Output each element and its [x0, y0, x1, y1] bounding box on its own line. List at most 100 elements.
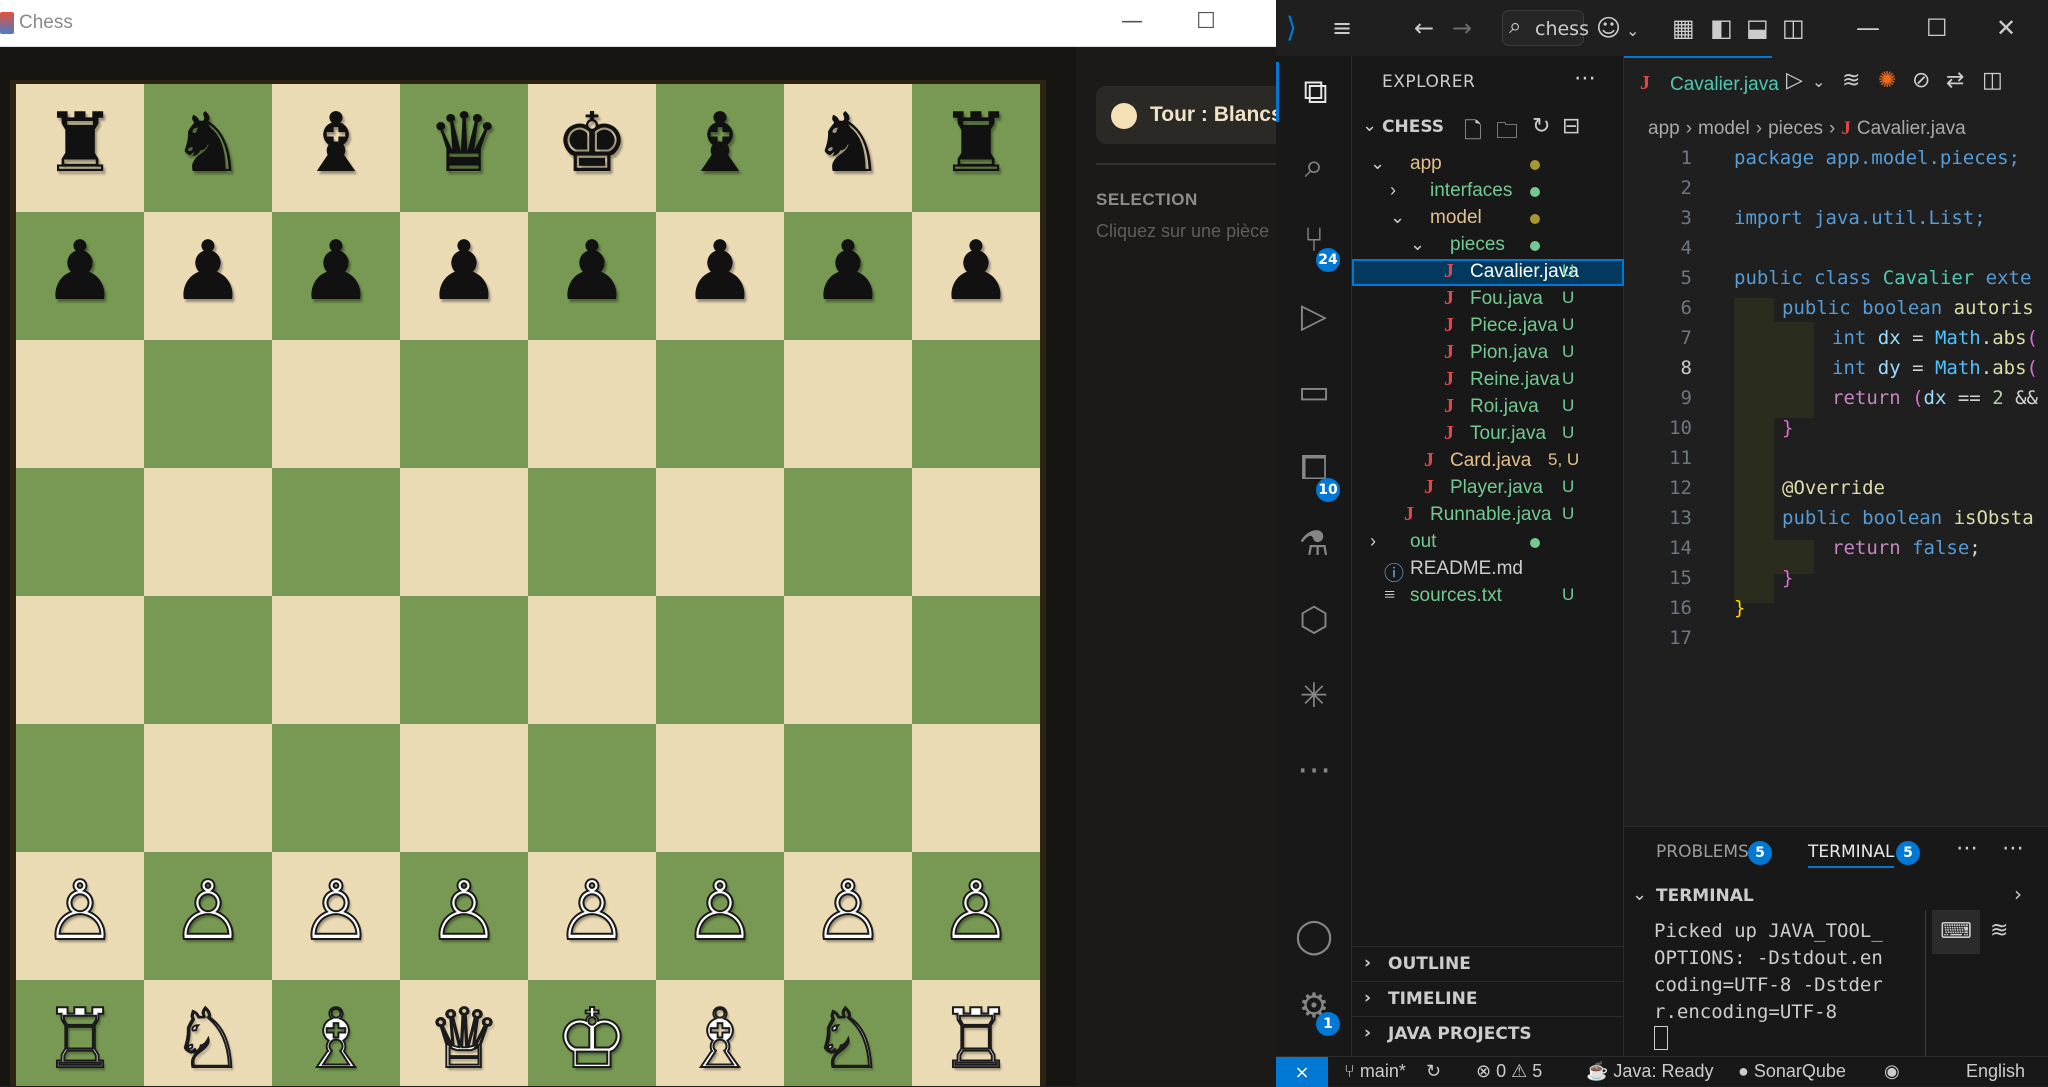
window-minimize-icon[interactable]: —: [1856, 13, 1880, 43]
branch-status[interactable]: ⑂ main*: [1344, 1061, 1406, 1082]
black-pawn-piece[interactable]: ♟: [683, 231, 757, 313]
tab-terminal[interactable]: TERMINAL: [1808, 842, 1895, 868]
board-square[interactable]: [144, 596, 272, 724]
tree-folder[interactable]: ⌄ app: [1352, 151, 1624, 178]
board-square[interactable]: ♟: [528, 212, 656, 340]
more-views-icon[interactable]: ⋯: [1276, 740, 1352, 800]
tree-file[interactable]: ≡ sources.txt U: [1352, 583, 1624, 610]
board-square[interactable]: [400, 596, 528, 724]
terminal-output[interactable]: Picked up JAVA_TOOL_ OPTIONS: -Dstdout.e…: [1654, 918, 1894, 1026]
board-square[interactable]: [528, 724, 656, 852]
black-knight-piece[interactable]: ♞: [811, 103, 885, 185]
board-square[interactable]: [400, 340, 528, 468]
board-square[interactable]: [528, 340, 656, 468]
chevron-down-icon[interactable]: ⌄: [1362, 115, 1377, 136]
board-square[interactable]: [656, 596, 784, 724]
minimize-button[interactable]: —: [1112, 8, 1152, 38]
board-square[interactable]: [16, 724, 144, 852]
board-square[interactable]: [272, 340, 400, 468]
board-square[interactable]: [656, 340, 784, 468]
board-square[interactable]: [16, 468, 144, 596]
run-debug-icon[interactable]: ▷: [1276, 286, 1352, 346]
containers-icon[interactable]: ⬡: [1276, 590, 1352, 650]
manage-gear-icon[interactable]: ⚙: [1276, 976, 1352, 1036]
board-square[interactable]: [656, 724, 784, 852]
black-pawn-piece[interactable]: ♟: [555, 231, 629, 313]
hide-icon[interactable]: ⊘: [1912, 68, 1930, 93]
board-square[interactable]: ♟: [656, 212, 784, 340]
board-square[interactable]: [912, 340, 1040, 468]
board-square[interactable]: [912, 468, 1040, 596]
board-square[interactable]: [528, 596, 656, 724]
board-square[interactable]: [784, 468, 912, 596]
outline-section[interactable]: › OUTLINE: [1352, 946, 1624, 980]
board-square[interactable]: [912, 724, 1040, 852]
board-square[interactable]: ♗: [272, 980, 400, 1086]
terminal-shell-icon[interactable]: ⌨: [1932, 910, 1980, 954]
remote-indicator-icon[interactable]: ⨯: [1276, 1057, 1328, 1087]
wave-icon[interactable]: ≋: [1842, 68, 1860, 93]
terminal-section-header[interactable]: TERMINAL: [1656, 886, 1754, 906]
java-projects-section[interactable]: › JAVA PROJECTS: [1352, 1016, 1624, 1050]
board-square[interactable]: ♖: [16, 980, 144, 1086]
board-square[interactable]: [784, 596, 912, 724]
command-center-search[interactable]: ⌕ chess: [1502, 10, 1589, 46]
board-square[interactable]: [144, 468, 272, 596]
remote-explorer-icon[interactable]: ▭: [1276, 362, 1352, 422]
board-square[interactable]: [272, 468, 400, 596]
board-square[interactable]: ♜: [912, 84, 1040, 212]
chevron-right-icon[interactable]: ›: [2014, 882, 2022, 906]
breadcrumb-file[interactable]: Cavalier.java: [1857, 118, 1966, 139]
board-square[interactable]: ♙: [784, 852, 912, 980]
white-pawn-piece[interactable]: ♙: [170, 870, 246, 954]
breadcrumb-pieces[interactable]: pieces: [1768, 118, 1823, 139]
collapse-all-icon[interactable]: ⊟: [1562, 114, 1580, 139]
testing-icon[interactable]: ⚗: [1276, 514, 1352, 574]
menu-icon[interactable]: ≡: [1332, 13, 1352, 43]
breadcrumb-model[interactable]: model: [1698, 118, 1750, 139]
tree-file[interactable]: J Tour.java U: [1352, 421, 1624, 448]
chevron-down-icon[interactable]: ⌄: [1632, 884, 1647, 905]
board-square[interactable]: ♕: [400, 980, 528, 1086]
terminal-wave-icon[interactable]: ≋: [1990, 918, 2008, 943]
black-rook-piece[interactable]: ♜: [939, 103, 1013, 185]
board-square[interactable]: [784, 340, 912, 468]
white-bishop-piece[interactable]: ♗: [298, 998, 374, 1082]
white-pawn-piece[interactable]: ♙: [298, 870, 374, 954]
forward-arrow-icon[interactable]: →: [1452, 13, 1472, 43]
tab-problems[interactable]: PROBLEMS: [1656, 842, 1749, 862]
explorer-icon[interactable]: ⧉: [1276, 62, 1352, 122]
board-square[interactable]: ♝: [656, 84, 784, 212]
split-editor-icon[interactable]: ◫: [1982, 68, 2003, 93]
explorer-more-icon[interactable]: ⋯: [1574, 66, 1596, 91]
board-square[interactable]: ♙: [144, 852, 272, 980]
board-square[interactable]: [528, 468, 656, 596]
tree-folder[interactable]: ⌄ pieces: [1352, 232, 1624, 259]
board-square[interactable]: [272, 596, 400, 724]
black-bishop-piece[interactable]: ♝: [299, 103, 373, 185]
white-pawn-piece[interactable]: ♙: [938, 870, 1014, 954]
black-king-piece[interactable]: ♚: [555, 103, 629, 185]
maximize-button[interactable]: ☐: [1186, 8, 1226, 38]
tree-file[interactable]: J Card.java 5, U: [1352, 448, 1624, 475]
back-arrow-icon[interactable]: ←: [1414, 13, 1434, 43]
white-rook-piece[interactable]: ♖: [42, 998, 118, 1082]
white-bishop-piece[interactable]: ♗: [682, 998, 758, 1082]
timeline-section[interactable]: › TIMELINE: [1352, 981, 1624, 1015]
tree-file[interactable]: ⓘ README.md: [1352, 556, 1624, 585]
board-square[interactable]: [912, 596, 1040, 724]
board-square[interactable]: ♞: [784, 84, 912, 212]
window-maximize-icon[interactable]: ☐: [1926, 13, 1948, 43]
tree-file[interactable]: J Player.java U: [1352, 475, 1624, 502]
board-square[interactable]: ♙: [912, 852, 1040, 980]
copilot-icon[interactable]: ☺: [1596, 13, 1621, 43]
white-pawn-piece[interactable]: ♙: [42, 870, 118, 954]
run-icon[interactable]: ▷: [1786, 68, 1803, 93]
eye-icon[interactable]: ◉: [1884, 1061, 1900, 1082]
tree-file[interactable]: J Roi.java U: [1352, 394, 1624, 421]
tree-file[interactable]: J Pion.java U: [1352, 340, 1624, 367]
black-pawn-piece[interactable]: ♟: [811, 231, 885, 313]
tree-folder[interactable]: › interfaces: [1352, 178, 1624, 205]
tree-file[interactable]: J Reine.java U: [1352, 367, 1624, 394]
board-square[interactable]: [784, 724, 912, 852]
